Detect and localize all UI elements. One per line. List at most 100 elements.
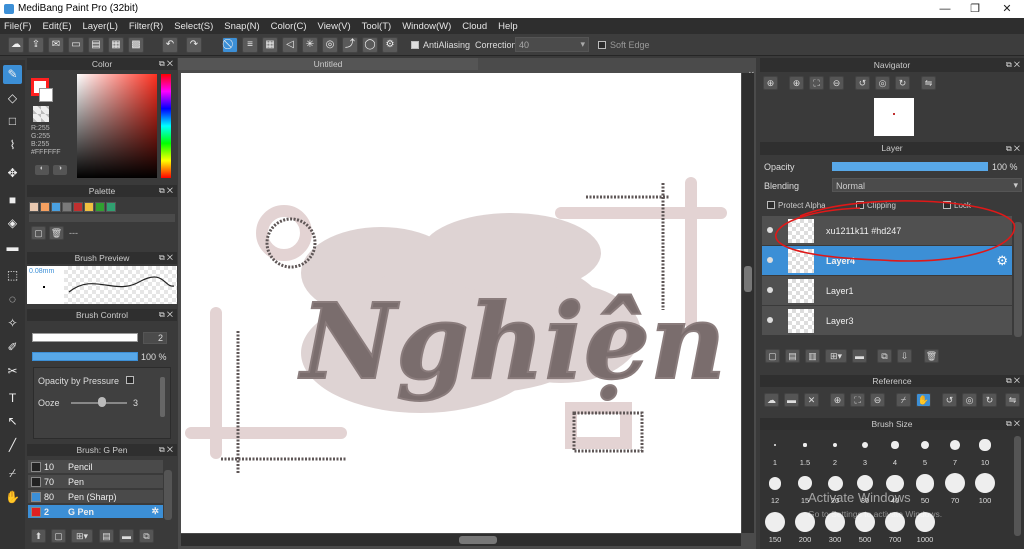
- hand-tool-icon[interactable]: ✋: [3, 488, 22, 507]
- blending-select[interactable]: Normal ▾: [832, 178, 1022, 192]
- menu-layer[interactable]: Layer(L): [83, 21, 118, 32]
- nav-zoom-out-icon[interactable]: ⊖: [829, 76, 844, 90]
- antialiasing-checkbox[interactable]: [411, 41, 419, 51]
- panel-close-icon[interactable]: ⧉ ✕: [159, 444, 173, 456]
- nav-rotate-left-icon[interactable]: ↺: [855, 76, 870, 90]
- palette-color-swatch[interactable]: [106, 202, 116, 212]
- opacity-pressure-checkbox[interactable]: [126, 376, 134, 386]
- new-folder-icon[interactable]: ▬: [852, 349, 867, 363]
- add-layer-menu-icon[interactable]: ⊞▾: [825, 349, 847, 363]
- menu-color[interactable]: Color(C): [271, 21, 307, 32]
- brush-settings-icon[interactable]: ✲: [151, 506, 159, 517]
- gradient-tool-icon[interactable]: ▬: [3, 238, 22, 257]
- brush-size-option[interactable]: 1.5: [790, 434, 820, 472]
- nav-reset-icon[interactable]: ◎: [875, 76, 890, 90]
- ref-flip-icon[interactable]: ⇋: [1005, 393, 1020, 407]
- menu-view[interactable]: View(V): [318, 21, 351, 32]
- layer-row[interactable]: Layer3: [762, 306, 1012, 336]
- brush-folder-icon[interactable]: ▬: [119, 529, 134, 543]
- correction-select[interactable]: 40 ▾: [515, 37, 589, 52]
- menu-cloud[interactable]: Cloud: [462, 21, 487, 32]
- nav-zoom-plus-icon[interactable]: ⊕: [789, 76, 804, 90]
- ref-fit-icon[interactable]: ⛶: [850, 393, 865, 407]
- canvas-vertical-scrollbar[interactable]: [742, 73, 754, 533]
- brush-size-option[interactable]: 4: [880, 434, 910, 472]
- cloud-icon[interactable]: ☁: [8, 37, 24, 53]
- menu-file[interactable]: File(F): [4, 21, 31, 32]
- brush-size-option[interactable]: 5: [910, 434, 940, 472]
- brush-duplicate-icon[interactable]: ⧉: [139, 529, 154, 543]
- ref-zoom-out-icon[interactable]: ⊖: [870, 393, 885, 407]
- new-halftone-layer-icon[interactable]: ▤: [785, 349, 800, 363]
- grid-icon[interactable]: ▦: [108, 37, 124, 53]
- layer-row[interactable]: Layer1: [762, 276, 1012, 306]
- canvas-horizontal-scrollbar[interactable]: [181, 534, 741, 546]
- snap-circle-icon[interactable]: ◎: [322, 37, 338, 53]
- brush-item[interactable]: 70 Pen: [28, 475, 163, 489]
- soft-edge-checkbox[interactable]: [598, 41, 606, 51]
- brush-size-option[interactable]: 2: [820, 434, 850, 472]
- brush-control-scrollbar[interactable]: [160, 377, 165, 417]
- brush-size-option[interactable]: 10: [970, 434, 1000, 472]
- brush-item[interactable]: 80 Pen (Sharp): [28, 490, 163, 504]
- h-scroll-thumb[interactable]: [459, 536, 497, 544]
- panel-close-icon[interactable]: ⧉ ✕: [1006, 375, 1020, 387]
- menu-window[interactable]: Window(W): [402, 21, 451, 32]
- snap-parallel-icon[interactable]: ≡: [242, 37, 258, 53]
- snap-curve-icon[interactable]: ⤴: [342, 37, 358, 53]
- text-tool-icon[interactable]: T: [3, 389, 22, 408]
- rectangle-tool-icon[interactable]: □: [3, 112, 22, 131]
- layer-opacity-slider[interactable]: [832, 162, 988, 171]
- ref-eyedropper-icon[interactable]: ⌿: [896, 393, 911, 407]
- ref-upload-icon[interactable]: ☁: [764, 393, 779, 407]
- ref-reset-icon[interactable]: ◎: [962, 393, 977, 407]
- drawing-canvas[interactable]: Nghiện: [181, 73, 741, 533]
- brush-size-option[interactable]: 1: [760, 434, 790, 472]
- brush-size-option[interactable]: 7: [940, 434, 970, 472]
- brush-copy-icon[interactable]: ▤: [99, 529, 114, 543]
- menu-filter[interactable]: Filter(R): [129, 21, 163, 32]
- snap-grid-icon[interactable]: ▦: [262, 37, 278, 53]
- brush-size-option[interactable]: 150: [760, 511, 790, 549]
- hue-slider[interactable]: [161, 74, 171, 178]
- ref-zoom-in-icon[interactable]: ⊕: [830, 393, 845, 407]
- brush-list-scrollbar[interactable]: [164, 470, 172, 520]
- color-saturation-field[interactable]: [77, 74, 157, 178]
- snap-off-icon[interactable]: ⃠: [222, 37, 238, 53]
- lasso-tool-icon[interactable]: ◌: [3, 290, 22, 309]
- nav-zoom-in-icon[interactable]: ⊕: [763, 76, 778, 90]
- brush-item-selected[interactable]: 2 G Pen ✲: [28, 505, 163, 519]
- select-pen-tool-icon[interactable]: ✐: [3, 338, 22, 357]
- panel-close-icon[interactable]: ⧉ ✕: [1006, 142, 1020, 155]
- brush-size-option[interactable]: 50: [910, 472, 940, 510]
- undo-icon[interactable]: ↶: [162, 37, 178, 53]
- eraser-tool-icon[interactable]: ◇: [3, 89, 22, 108]
- brush-add-icon[interactable]: ⬆: [31, 529, 46, 543]
- select-tool-icon[interactable]: ⬚: [3, 266, 22, 285]
- brush-menu-icon[interactable]: ⊞▾: [71, 529, 93, 543]
- eyedropper-tool-icon[interactable]: ⌿: [3, 464, 22, 483]
- brush-tool-icon[interactable]: ✎: [3, 65, 22, 84]
- visibility-icon[interactable]: [767, 287, 773, 293]
- snap-settings-icon[interactable]: ⚙: [382, 37, 398, 53]
- snap-ellipse-icon[interactable]: ◯: [362, 37, 378, 53]
- menu-snap[interactable]: Snap(N): [224, 21, 259, 32]
- new-8bit-layer-icon[interactable]: ▥: [805, 349, 820, 363]
- v-scroll-thumb[interactable]: [744, 266, 752, 292]
- delete-palette-icon[interactable]: 🗑: [49, 226, 64, 240]
- nav-fit-icon[interactable]: ⛶: [809, 76, 824, 90]
- ref-rotate-right-icon[interactable]: ↻: [982, 393, 997, 407]
- background-color-swatch[interactable]: [39, 88, 53, 102]
- ooze-slider-handle[interactable]: [98, 397, 106, 407]
- panel-close-icon[interactable]: ⧉ ✕: [1006, 418, 1020, 430]
- palette-color-swatch[interactable]: [95, 202, 105, 212]
- palette-color-swatch[interactable]: [29, 202, 39, 212]
- bucket-tool-icon[interactable]: ◈: [3, 214, 22, 233]
- ref-hand-icon[interactable]: ✋: [916, 393, 931, 407]
- divide-tool-icon[interactable]: ╱: [3, 436, 22, 455]
- fill-rect-tool-icon[interactable]: ■: [3, 191, 22, 210]
- share-icon[interactable]: ⇪: [28, 37, 44, 53]
- ref-rotate-left-icon[interactable]: ↺: [942, 393, 957, 407]
- new-layer-icon[interactable]: ▢: [765, 349, 780, 363]
- brush-size-value[interactable]: 2: [143, 332, 167, 344]
